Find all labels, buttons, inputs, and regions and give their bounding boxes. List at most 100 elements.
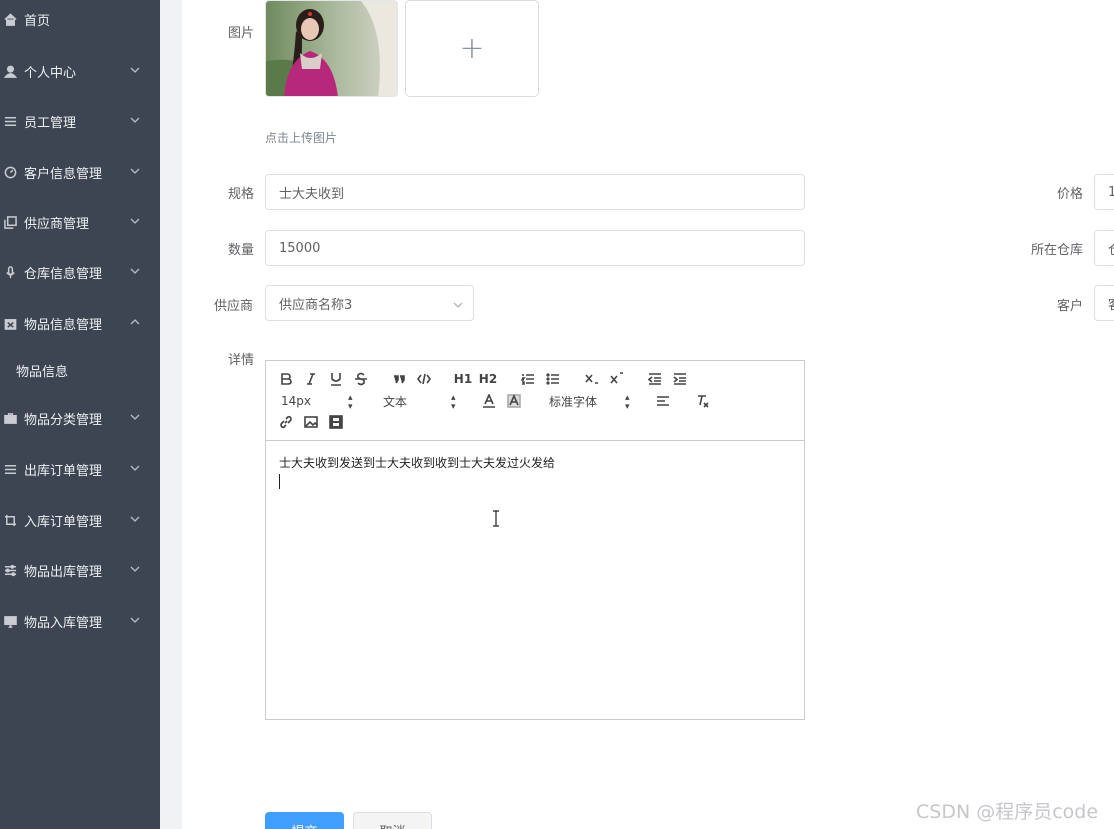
plus-icon: + (459, 30, 485, 66)
chevron-down-icon (130, 165, 140, 175)
upload-image-button[interactable]: + (405, 0, 539, 97)
detail-label: 详情 (228, 353, 255, 368)
sidebar-item-label: 员工管理 (24, 115, 77, 131)
quantity-input[interactable]: 15000 (265, 230, 805, 266)
image-icon[interactable] (304, 413, 318, 431)
sidebar-item-label: 物品分类管理 (24, 412, 103, 428)
strikethrough-icon[interactable] (354, 370, 368, 388)
superscript-icon[interactable] (609, 370, 625, 388)
heading-2-button[interactable]: H2 (479, 370, 497, 388)
home-icon (3, 12, 17, 26)
editor-content[interactable]: 士大夫收到发送到士大夫收到收到士大夫发过火发给 (266, 442, 804, 719)
bold-icon[interactable] (279, 370, 293, 388)
chevron-down-icon (130, 513, 140, 523)
customer-select-value: 客 (1108, 294, 1114, 313)
sidebar-item-employee-management[interactable]: 员工管理 (0, 103, 160, 139)
sidebar-subitem-item-info[interactable]: 物品信息 (0, 352, 160, 388)
sidebar: 首页 个人中心 员工管理 客户信息管理 供应商管理 仓库信息管理 物品信息管理 … (0, 0, 160, 829)
link-icon[interactable] (279, 413, 293, 431)
italic-icon[interactable] (304, 370, 318, 388)
chevron-down-icon (130, 462, 140, 472)
sidebar-item-home[interactable]: 首页 (0, 1, 160, 37)
sidebar-item-personal-center[interactable]: 个人中心 (0, 53, 160, 89)
chevron-up-icon (130, 316, 140, 326)
sidebar-item-label: 首页 (24, 13, 51, 29)
clear-format-icon[interactable] (696, 392, 710, 410)
portrait-photo (266, 1, 397, 96)
chevron-down-icon (130, 114, 140, 124)
chevron-down-icon (130, 215, 140, 225)
rich-text-editor: H1 H2 14px ▴ ▾ 文本 ▴ ▾ 标准字体 ▴ ▾ 士大夫收到发送到士大夫收… (265, 360, 805, 720)
quantity-input-value: 15000 (279, 240, 321, 256)
font-size-value: 14px (281, 394, 311, 408)
page-gutter (160, 0, 182, 829)
font-color-icon[interactable] (482, 392, 496, 410)
microphone-icon (3, 265, 17, 279)
ordered-list-icon[interactable] (521, 370, 535, 388)
spec-label: 规格 (228, 187, 255, 202)
sidebar-item-item-info-management[interactable]: 物品信息管理 (0, 305, 160, 341)
font-family-value: 标准字体 (549, 394, 598, 409)
sidebar-item-supplier-management[interactable]: 供应商管理 (0, 204, 160, 240)
bullet-list-icon[interactable] (546, 370, 560, 388)
sidebar-item-item-inbound-management[interactable]: 物品入库管理 (0, 603, 160, 639)
submit-button[interactable]: 提交 (265, 812, 344, 829)
spec-input[interactable]: 士大夫收到 (265, 174, 805, 210)
sidebar-item-label: 客户信息管理 (24, 166, 103, 182)
price-label: 价格 (1057, 187, 1084, 202)
spec-input-value: 士大夫收到 (279, 186, 345, 202)
customer-select[interactable]: 客 (1094, 285, 1114, 321)
sidebar-item-outbound-order-management[interactable]: 出库订单管理 (0, 451, 160, 487)
chevron-down-icon (453, 299, 463, 309)
cancel-button[interactable]: 取消 (353, 812, 432, 829)
chevron-down-icon (130, 265, 140, 275)
quantity-label: 数量 (228, 243, 255, 258)
list-icon (3, 114, 17, 128)
text-caret (279, 474, 280, 489)
video-icon[interactable] (329, 413, 343, 431)
compass-icon (3, 165, 17, 179)
sidebar-item-label: 物品出库管理 (24, 564, 103, 580)
blockquote-icon[interactable] (392, 370, 406, 388)
chevron-down-icon (130, 64, 140, 74)
indent-icon[interactable] (673, 370, 687, 388)
sidebar-item-category-management[interactable]: 物品分类管理 (0, 400, 160, 436)
sliders-icon (3, 563, 17, 577)
chevron-down-icon (130, 614, 140, 624)
align-left-icon[interactable] (656, 392, 670, 410)
supplier-select[interactable]: 供应商名称3 (265, 285, 474, 321)
font-size-picker[interactable]: 14px ▴ ▾ (281, 392, 361, 412)
heading-1-button[interactable]: H1 (454, 370, 472, 388)
underline-icon[interactable] (329, 370, 343, 388)
sidebar-item-label: 个人中心 (24, 65, 77, 81)
sidebar-item-item-outbound-management[interactable]: 物品出库管理 (0, 552, 160, 588)
warehouse-select[interactable]: 仓 (1094, 230, 1114, 266)
uploaded-image-thumbnail[interactable] (265, 0, 398, 97)
sidebar-item-customer-management[interactable]: 客户信息管理 (0, 154, 160, 190)
editor-toolbar: H1 H2 14px ▴ ▾ 文本 ▴ ▾ 标准字体 ▴ ▾ (266, 361, 804, 441)
sidebar-item-label: 物品信息管理 (24, 317, 103, 333)
text-cursor-icon (493, 510, 499, 527)
price-input[interactable]: 1 (1094, 174, 1114, 210)
code-block-icon[interactable] (417, 370, 431, 388)
warehouse-select-value: 仓 (1108, 239, 1114, 258)
background-color-icon[interactable] (507, 392, 521, 410)
subscript-icon[interactable] (584, 370, 600, 388)
image-label: 图片 (228, 26, 255, 41)
sidebar-item-label: 入库订单管理 (24, 514, 103, 530)
chevron-down-icon (130, 563, 140, 573)
sidebar-item-warehouse-management[interactable]: 仓库信息管理 (0, 254, 160, 290)
user-icon (3, 64, 17, 78)
paragraph-picker[interactable]: 文本 ▴ ▾ (383, 392, 463, 412)
sidebar-item-label: 供应商管理 (24, 216, 90, 232)
font-family-picker[interactable]: 标准字体 ▴ ▾ (549, 392, 634, 412)
outdent-icon[interactable] (648, 370, 662, 388)
list-icon (3, 462, 17, 476)
sidebar-item-label: 仓库信息管理 (24, 266, 103, 282)
copy-icon (3, 215, 17, 229)
sidebar-item-inbound-order-management[interactable]: 入库订单管理 (0, 502, 160, 538)
crop-icon (3, 513, 17, 527)
price-input-value: 1 (1108, 185, 1114, 200)
supplier-label: 供应商 (214, 299, 254, 314)
up-down-arrows-icon: ▴ ▾ (625, 393, 630, 412)
